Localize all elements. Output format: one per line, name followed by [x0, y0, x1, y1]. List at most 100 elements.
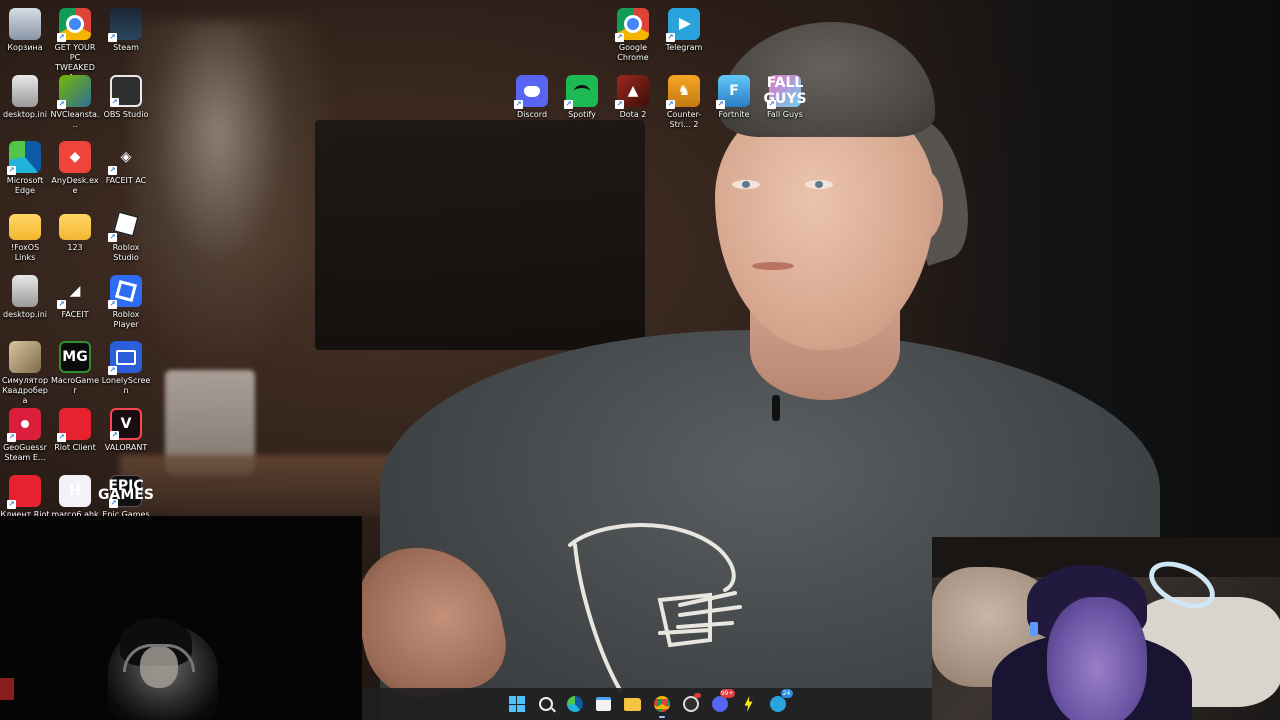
- obs-taskbar-button[interactable]: [679, 692, 703, 716]
- windows-icon: [508, 696, 525, 712]
- wallpaper-person-mouth: [752, 262, 794, 270]
- faceit-ac-icon: ◈ ↗: [108, 149, 132, 175]
- bolt-icon: [744, 696, 753, 712]
- desktop-icon-roblox-studio[interactable]: ↗ Roblox Studio: [101, 202, 151, 263]
- desktop-icon-lonelyscreen[interactable]: ↗ LonelyScreen: [101, 335, 151, 396]
- telegram-badge: 24: [780, 689, 793, 698]
- desktop-icon-steam[interactable]: ↗ Steam: [101, 2, 151, 53]
- search-icon: [538, 697, 553, 711]
- desktop-icon-obs[interactable]: ↗ OBS Studio: [101, 69, 151, 120]
- desktop-icon-fall-guys[interactable]: FALL GUYS ↗ Fall Guys: [760, 69, 810, 120]
- desktop-icon-google-chrome[interactable]: ↗ Google Chrome: [608, 2, 658, 63]
- wallpaper-tv: [315, 120, 645, 350]
- desktop-icon-faceit-ac[interactable]: ◈ ↗ FACEIT AC: [101, 135, 151, 186]
- webcam-right-face: [1047, 597, 1147, 720]
- riot-icon: ↗: [57, 408, 91, 442]
- desktop-icon-epic-games[interactable]: EPIC GAMES ↗ Epic Games: [98, 469, 154, 520]
- desktop-icon-label: Fortnite: [718, 110, 750, 119]
- anydesk-icon: ◆: [59, 141, 91, 173]
- edge-taskbar-button[interactable]: [563, 692, 587, 716]
- desktop-icon-dota2[interactable]: ▲ ↗ Dota 2: [608, 69, 658, 120]
- desktop-icon-label: Fall Guys: [767, 110, 803, 119]
- search-button[interactable]: [534, 692, 558, 716]
- chrome-icon: [653, 696, 670, 712]
- edge-icon: ↗: [7, 141, 41, 175]
- desktop-icon-label: VALORANT: [104, 443, 148, 452]
- desktop-icon-geoguessr[interactable]: ↗ GeoGuessr Steam E...: [0, 402, 50, 463]
- store-taskbar-button[interactable]: [592, 692, 616, 716]
- counter-strike-icon: ♞ ↗: [666, 75, 700, 109]
- desktop-icon-label: Dota 2: [619, 110, 647, 119]
- shortcut-arrow-icon: ↗: [666, 33, 675, 42]
- geoguessr-icon: ↗: [7, 408, 41, 442]
- obs-icon: ↗: [110, 75, 142, 107]
- desktop-icon-edge[interactable]: ↗ Microsoft Edge: [0, 135, 50, 196]
- desktop-icon-riot-client-ru[interactable]: ↗ Клиент Riot: [0, 469, 50, 520]
- desktop-icon-telegram[interactable]: ↗ Telegram: [659, 2, 709, 53]
- desktop-icon-riot-client[interactable]: ↗ Riot Client: [50, 402, 100, 453]
- desktop-icon-roblox-player[interactable]: ↗ Roblox Player: [101, 269, 151, 330]
- desktop-icon-nvcleanstall[interactable]: ↗ NVCleansta...: [50, 69, 100, 130]
- desktop-icon-label: MacroGamer: [50, 376, 100, 395]
- telegram-taskbar-button[interactable]: 24: [766, 689, 793, 716]
- desktop-icon-fortnite[interactable]: F ↗ Fortnite: [709, 69, 759, 120]
- desktop-icon-label: Telegram: [665, 43, 703, 52]
- spotify-icon: ↗: [564, 75, 598, 109]
- desktop-icon-anydesk[interactable]: ◆ AnyDesk.exe: [50, 135, 100, 196]
- desktop-icon-label: Roblox Player: [112, 310, 140, 329]
- desktop-icon-foxos-links[interactable]: !FoxOS Links: [0, 202, 50, 263]
- desktop-icon-label: desktop.ini: [3, 110, 47, 119]
- desktop-icon-label: 123: [67, 243, 83, 252]
- faceit-icon: ◢ ↗: [57, 283, 81, 309]
- fall-guys-icon: FALL GUYS ↗: [763, 75, 807, 109]
- roblox-icon: ↗: [108, 275, 142, 309]
- file-icon: [12, 75, 38, 107]
- shortcut-arrow-icon: ↗: [716, 100, 725, 109]
- desktop-icon-recycle-bin[interactable]: Корзина: [0, 2, 50, 53]
- shortcut-arrow-icon: ↗: [7, 500, 16, 509]
- desktop-icon-spotify[interactable]: ↗ Spotify: [557, 69, 607, 120]
- shortcut-arrow-icon: ↗: [108, 300, 117, 309]
- folder-icon: [9, 214, 41, 240]
- shortcut-arrow-icon: ↗: [514, 100, 523, 109]
- desktop-icon-desktop-ini-1[interactable]: desktop.ini: [0, 69, 50, 120]
- edge-icon: [566, 696, 583, 712]
- lonelyscreen-icon: ↗: [108, 341, 142, 375]
- recycle-bin-icon: [9, 8, 41, 40]
- discord-taskbar-button[interactable]: 99+: [708, 689, 735, 716]
- shortcut-arrow-icon: ↗: [7, 166, 16, 175]
- shortcut-arrow-icon: ↗: [564, 100, 573, 109]
- folder-icon: [59, 214, 91, 240]
- desktop-icon-valorant[interactable]: V ↗ VALORANT: [101, 402, 151, 453]
- desktop-icon-marco-ahk[interactable]: Hmarco6.ahk: [50, 469, 100, 520]
- bolt-taskbar-button[interactable]: [737, 692, 761, 716]
- shortcut-arrow-icon: ↗: [108, 166, 117, 175]
- desktop-icon-label: NVCleansta...: [50, 110, 100, 129]
- epic-games-icon: EPIC GAMES ↗: [98, 475, 154, 508]
- desktop-icon-faceit[interactable]: ◢ ↗ FACEIT: [50, 269, 100, 320]
- desktop-icon-label: Microsoft Edge: [6, 176, 44, 195]
- obs-icon: [682, 696, 699, 712]
- chrome-icon: ↗: [57, 8, 91, 42]
- nvcleanstall-icon: ↗: [57, 75, 91, 109]
- explorer-taskbar-button[interactable]: [621, 692, 645, 716]
- desktop-icon-label: Spotify: [568, 110, 596, 119]
- desktop-icon-discord[interactable]: ↗ Discord: [507, 69, 557, 120]
- desktop-icon-desktop-ini-2[interactable]: desktop.ini: [0, 269, 50, 320]
- desktop-icon-folder-123[interactable]: 123: [50, 202, 100, 253]
- shortcut-arrow-icon: ↗: [108, 366, 117, 375]
- webcam-left-red-object: [0, 678, 14, 700]
- desktop-icon-macrogamer[interactable]: MG MacroGamer: [50, 335, 100, 396]
- desktop-icon-label: FACEIT: [61, 310, 89, 319]
- webcam-overlay-right: [932, 537, 1280, 720]
- start-button[interactable]: [505, 692, 529, 716]
- wallpaper-shirt-print: [568, 523, 742, 692]
- telegram-icon: [769, 696, 786, 712]
- desktop-icon-label: FACEIT AC: [105, 176, 147, 185]
- obs-badge-dot: [693, 693, 701, 698]
- desktop-icon-counter-strike[interactable]: ♞ ↗ Counter-Stri... 2: [659, 69, 709, 130]
- chrome-taskbar-button[interactable]: [650, 692, 674, 718]
- discord-icon: [711, 696, 728, 712]
- discord-badge: 99+: [719, 689, 735, 698]
- desktop-icon-sim-kvadrobera[interactable]: Симулятор Квадробера: [0, 335, 50, 406]
